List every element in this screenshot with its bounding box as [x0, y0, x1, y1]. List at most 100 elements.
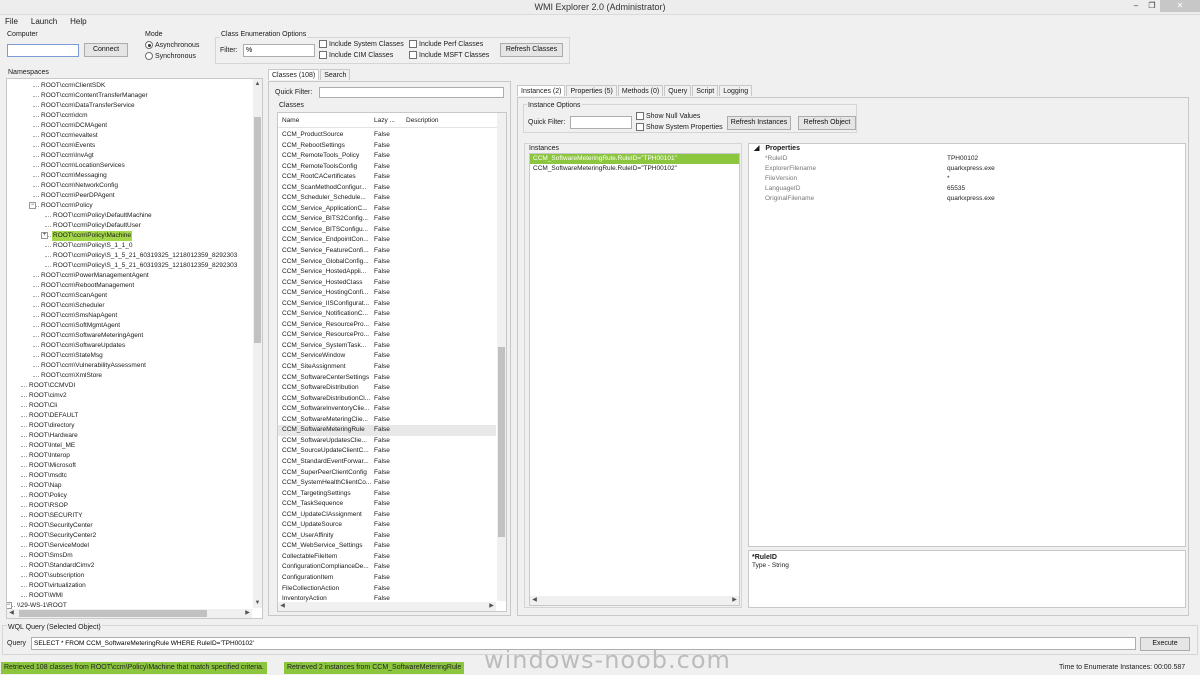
- scroll-left-icon[interactable]: ◀: [7, 609, 16, 617]
- scroll-right-icon[interactable]: ▶: [243, 609, 252, 617]
- tree-item[interactable]: ROOT\SecurityCenter2: [7, 531, 252, 541]
- refresh-instances-button[interactable]: Refresh Instances: [727, 116, 791, 130]
- tree-item[interactable]: ROOT\ccm\StateMsg: [7, 351, 252, 361]
- property-row[interactable]: LanguageID 65535: [749, 184, 1185, 194]
- include-msft-classes[interactable]: Include MSFT Classes: [409, 51, 489, 59]
- class-row[interactable]: CCM_SoftwareCenterSettings False: [278, 373, 496, 384]
- tree-item[interactable]: ROOT\ccm\ClientSDK: [7, 81, 252, 91]
- tree-hscroll-thumb[interactable]: [19, 610, 207, 617]
- tree-item[interactable]: ROOT\ccm\ScanAgent: [7, 291, 252, 301]
- property-row[interactable]: ExplorerFilename quarkxpress.exe: [749, 164, 1185, 174]
- radio-async[interactable]: [145, 41, 153, 49]
- instances-quick-filter-input[interactable]: [570, 116, 632, 129]
- tree-item[interactable]: − ROOT\ccm\Policy: [7, 201, 252, 211]
- tree-item[interactable]: ROOT\msdtc: [7, 471, 252, 481]
- tree-item[interactable]: ROOT\ccm\NetworkConfig: [7, 181, 252, 191]
- tree-item[interactable]: ROOT\directory: [7, 421, 252, 431]
- include-perf-classes[interactable]: Include Perf Classes: [409, 40, 483, 48]
- menu-file[interactable]: File: [5, 15, 18, 28]
- tree-item[interactable]: ROOT\ccm\SoftMgmtAgent: [7, 321, 252, 331]
- tree-item[interactable]: ROOT\ccm\PowerManagementAgent: [7, 271, 252, 281]
- class-row[interactable]: CCM_Service_NotificationC... False: [278, 309, 496, 320]
- class-filter-input[interactable]: [243, 44, 315, 57]
- class-row[interactable]: CollectableFileItem False: [278, 552, 496, 563]
- menu-launch[interactable]: Launch: [31, 15, 57, 28]
- tree-item[interactable]: ROOT\SmsDm: [7, 551, 252, 561]
- checkbox[interactable]: [409, 40, 417, 48]
- class-row[interactable]: FileCollectionAction False: [278, 584, 496, 595]
- class-row[interactable]: CCM_Service_HostingConfi... False: [278, 288, 496, 299]
- col-description[interactable]: Description: [404, 113, 439, 127]
- tree-item[interactable]: ROOT\ccm\PeerDPAgent: [7, 191, 252, 201]
- tree-item[interactable]: ROOT\RSOP: [7, 501, 252, 511]
- refresh-classes-button[interactable]: Refresh Classes: [500, 43, 563, 57]
- show-null-values[interactable]: Show Null Values: [636, 112, 700, 120]
- tree-item[interactable]: ROOT\ccm\Policy\S_1_5_21_60319325_121801…: [7, 251, 252, 261]
- scroll-left-icon[interactable]: ◀: [530, 596, 539, 604]
- col-lazy[interactable]: Lazy ...: [372, 113, 404, 127]
- tree-item[interactable]: ROOT\ccm\InvAgt: [7, 151, 252, 161]
- instance-row[interactable]: CCM_SoftwareMeteringRule.RuleID="TPH0010…: [530, 164, 739, 174]
- tab-search[interactable]: Search: [320, 69, 351, 80]
- tree-item[interactable]: ROOT\ccm\Policy\DefaultMachine: [7, 211, 252, 221]
- classes-vscroll-thumb[interactable]: [498, 347, 505, 537]
- properties-category[interactable]: ◢ Properties: [749, 144, 1185, 154]
- tab-logging[interactable]: Logging: [719, 85, 753, 96]
- class-row[interactable]: CCM_SoftwareInventoryClie... False: [278, 404, 496, 415]
- collapse-icon[interactable]: ◢: [754, 145, 759, 152]
- connect-button[interactable]: Connect: [84, 43, 128, 57]
- col-name[interactable]: Name: [278, 113, 372, 127]
- class-row[interactable]: CCM_Service_BITS2Config... False: [278, 214, 496, 225]
- class-row[interactable]: CCM_TargetingSettings False: [278, 489, 496, 500]
- class-row[interactable]: CCM_Service_ResourcePro... False: [278, 320, 496, 331]
- restore-icon[interactable]: ❐: [1144, 0, 1160, 12]
- class-row[interactable]: CCM_ScanMethodConfigur... False: [278, 183, 496, 194]
- class-row[interactable]: CCM_Service_BITSConfigu... False: [278, 225, 496, 236]
- class-row[interactable]: CCM_RebootSettings False: [278, 141, 496, 152]
- tree-item[interactable]: ROOT\ccm\VulnerabilityAssessment: [7, 361, 252, 371]
- instances-hscroll[interactable]: ◀ ▶: [530, 596, 739, 605]
- class-row[interactable]: CCM_SourceUpdateClientC... False: [278, 446, 496, 457]
- tree-item[interactable]: ROOT\WMI: [7, 591, 252, 601]
- tree-item[interactable]: + ROOT\ccm\Policy\Machine: [7, 231, 252, 241]
- class-row[interactable]: CCM_SystemHealthClientCo... False: [278, 478, 496, 489]
- scroll-left-icon[interactable]: ◀: [278, 602, 287, 610]
- tree-item[interactable]: ROOT\ccm\DCMAgent: [7, 121, 252, 131]
- refresh-object-button[interactable]: Refresh Object: [798, 116, 856, 130]
- tree-item[interactable]: ROOT\SecurityCenter: [7, 521, 252, 531]
- classes-quick-filter-input[interactable]: [319, 87, 504, 98]
- class-row[interactable]: CCM_SoftwareMeteringClie... False: [278, 415, 496, 426]
- tree-item[interactable]: ROOT\ccm\SmsNapAgent: [7, 311, 252, 321]
- show-system-properties[interactable]: Show System Properties: [636, 123, 723, 131]
- tree-item[interactable]: ROOT\Cli: [7, 401, 252, 411]
- expand-icon[interactable]: +: [41, 232, 48, 239]
- class-row[interactable]: CCM_ProductSource False: [278, 130, 496, 141]
- tab-methods[interactable]: Methods (0): [617, 85, 664, 96]
- tree-item[interactable]: ROOT\CCMVDI: [7, 381, 252, 391]
- tree-item[interactable]: ROOT\ccm\ContentTransferManager: [7, 91, 252, 101]
- property-row[interactable]: FileVersion *: [749, 174, 1185, 184]
- menu-help[interactable]: Help: [70, 15, 86, 28]
- tab-query[interactable]: Query: [664, 85, 692, 96]
- class-row[interactable]: CCM_Service_EndpointCon... False: [278, 235, 496, 246]
- class-row[interactable]: CCM_SiteAssignment False: [278, 362, 496, 373]
- tree-item[interactable]: ROOT\ccm\RebootManagement: [7, 281, 252, 291]
- include-system-classes[interactable]: Include System Classes: [319, 40, 404, 48]
- mode-sync-option[interactable]: Synchronous: [145, 52, 196, 60]
- tree-item[interactable]: ROOT\StandardCimv2: [7, 561, 252, 571]
- tree-item[interactable]: ROOT\ccm\dcm: [7, 111, 252, 121]
- classes-hscroll[interactable]: ◀ ▶: [278, 602, 496, 611]
- namespace-tree[interactable]: ROOT\ccm\ClientSDK ROOT\ccm\ContentTransf…: [6, 78, 263, 619]
- tree-item[interactable]: ROOT\Hardware: [7, 431, 252, 441]
- tree-item[interactable]: ROOT\ccm\Scheduler: [7, 301, 252, 311]
- property-grid[interactable]: ◢ Properties *RuleID TPH00102 ExplorerFile…: [748, 143, 1186, 547]
- tree-item[interactable]: ROOT\ccm\Policy\S_1_1_0: [7, 241, 252, 251]
- tree-item[interactable]: ROOT\ccm\LocationServices: [7, 161, 252, 171]
- class-row[interactable]: CCM_Service_ResourcePro... False: [278, 330, 496, 341]
- tree-item[interactable]: ROOT\DEFAULT: [7, 411, 252, 421]
- class-row[interactable]: CCM_SuperPeerClientConfig False: [278, 468, 496, 479]
- class-row[interactable]: CCM_RemoteTools_Policy False: [278, 151, 496, 162]
- class-row[interactable]: CCM_WebService_Settings False: [278, 541, 496, 552]
- tree-item[interactable]: ROOT\virtualization: [7, 581, 252, 591]
- tree-item[interactable]: ROOT\Nap: [7, 481, 252, 491]
